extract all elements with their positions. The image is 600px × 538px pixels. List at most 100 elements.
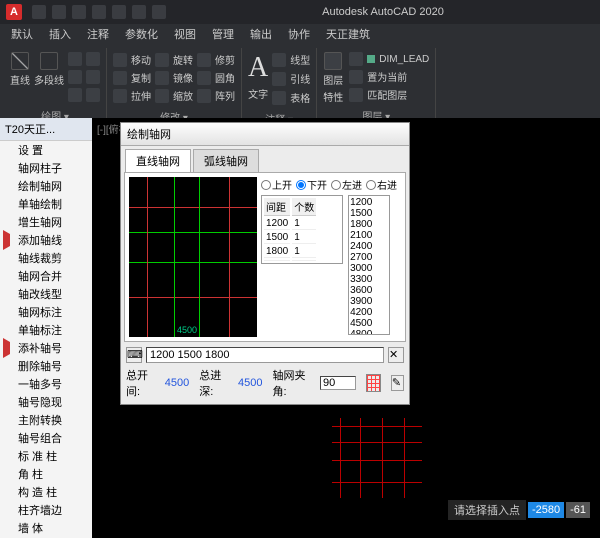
rotate-icon[interactable] <box>155 53 169 67</box>
match-layer-icon[interactable] <box>349 88 363 102</box>
radio-bottom-bay[interactable]: 下开 <box>296 177 327 192</box>
table-row[interactable]: 15001 <box>264 232 316 244</box>
list-item[interactable]: 4500 <box>350 318 388 329</box>
ellipse-icon[interactable] <box>86 70 100 84</box>
angle-input[interactable] <box>320 376 356 390</box>
qat-icon[interactable] <box>72 5 86 19</box>
array-icon[interactable] <box>197 89 211 103</box>
menu-parametric[interactable]: 参数化 <box>118 24 165 44</box>
list-item[interactable]: 2400 <box>350 241 388 252</box>
table-row[interactable] <box>264 260 316 261</box>
spacing-value-list[interactable]: 1200150018002100240027003000330036003900… <box>348 195 390 335</box>
scale-icon[interactable] <box>155 89 169 103</box>
sidebar-item[interactable]: 轴网标注 <box>0 303 92 321</box>
polyline-icon[interactable] <box>40 52 58 70</box>
list-item[interactable]: 1500 <box>350 208 388 219</box>
clear-icon[interactable]: ✕ <box>388 347 404 363</box>
radio-top-bay[interactable]: 上开 <box>261 177 292 192</box>
qat-icon[interactable] <box>152 5 166 19</box>
list-item[interactable]: 3900 <box>350 296 388 307</box>
copy-icon[interactable] <box>113 71 127 85</box>
dialog-titlebar[interactable]: 绘制轴网 <box>121 123 409 146</box>
qat-icon[interactable] <box>32 5 46 19</box>
sidebar-item[interactable]: 轴网合并 <box>0 267 92 285</box>
menu-manage[interactable]: 管理 <box>205 24 241 44</box>
sidebar-item[interactable]: 主附转换 <box>0 411 92 429</box>
spline-icon[interactable] <box>86 88 100 102</box>
sidebar-item[interactable]: 添加轴线 <box>0 231 92 249</box>
sidebar-item[interactable]: 单轴标注 <box>0 321 92 339</box>
menu-tzx[interactable]: 天正建筑 <box>319 24 377 44</box>
layer-props-icon[interactable] <box>324 52 342 70</box>
dot-icon <box>3 486 15 498</box>
layer-state-icon[interactable] <box>349 52 363 66</box>
sidebar-item[interactable]: 轴线裁剪 <box>0 249 92 267</box>
qat-icon[interactable] <box>112 5 126 19</box>
stretch-icon[interactable] <box>113 89 127 103</box>
list-item[interactable]: 4200 <box>350 307 388 318</box>
tab-straight-axis[interactable]: 直线轴网 <box>125 149 191 172</box>
arc-icon[interactable] <box>68 52 82 66</box>
sidebar-item[interactable]: 柱齐墙边 <box>0 501 92 519</box>
text-icon[interactable]: A <box>248 52 268 84</box>
sidebar-item[interactable]: 设 置 <box>0 141 92 159</box>
sidebar-item[interactable]: 添补轴号 <box>0 339 92 357</box>
menu-default[interactable]: 默认 <box>4 24 40 44</box>
sum-depth-label: 总进深: <box>199 367 228 399</box>
hatch-icon[interactable] <box>68 88 82 102</box>
qat-icon[interactable] <box>52 5 66 19</box>
sidebar-item[interactable]: 单轴绘制 <box>0 195 92 213</box>
pick-icon[interactable]: ✎ <box>391 375 404 391</box>
list-item[interactable]: 2100 <box>350 230 388 241</box>
sidebar-item[interactable]: 绘制轴网 <box>0 177 92 195</box>
fillet-icon[interactable] <box>197 71 211 85</box>
move-icon[interactable] <box>113 53 127 67</box>
sidebar-item[interactable]: 角 柱 <box>0 465 92 483</box>
list-item[interactable]: 1800 <box>350 219 388 230</box>
sidebar-item[interactable]: 轴号组合 <box>0 429 92 447</box>
list-item[interactable]: 3600 <box>350 285 388 296</box>
sidebar-item[interactable]: 轴改线型 <box>0 285 92 303</box>
circle-icon[interactable] <box>86 52 100 66</box>
spacing-input[interactable] <box>146 347 384 363</box>
sidebar-item[interactable]: 删除轴号 <box>0 357 92 375</box>
dimension-icon[interactable] <box>272 53 286 67</box>
dot-icon <box>3 162 15 174</box>
list-item[interactable]: 3300 <box>350 274 388 285</box>
list-item[interactable]: 2700 <box>350 252 388 263</box>
radio-right-depth[interactable]: 右进 <box>366 177 397 192</box>
menu-insert[interactable]: 插入 <box>42 24 78 44</box>
sidebar-item[interactable]: 增生轴网 <box>0 213 92 231</box>
apply-grid-icon[interactable] <box>366 374 381 392</box>
qat-icon[interactable] <box>92 5 106 19</box>
sidebar-label: 轴号组合 <box>18 430 62 446</box>
menu-annotate[interactable]: 注释 <box>80 24 116 44</box>
list-item[interactable]: 1200 <box>350 197 388 208</box>
menu-output[interactable]: 输出 <box>243 24 279 44</box>
keyboard-icon[interactable]: ⌨ <box>126 347 142 363</box>
sidebar-item[interactable]: 轴网柱子 <box>0 159 92 177</box>
sidebar-item[interactable]: 标 准 柱 <box>0 447 92 465</box>
drawing-canvas[interactable]: [-][俯视][... 绘制轴网 直线轴网 弧线轴网 4500 上开 <box>92 118 600 538</box>
mirror-icon[interactable] <box>155 71 169 85</box>
menu-view[interactable]: 视图 <box>167 24 203 44</box>
sidebar-item[interactable]: 墙 体 <box>0 519 92 537</box>
leader-icon[interactable] <box>272 72 286 86</box>
line-icon[interactable] <box>11 52 29 70</box>
qat-icon[interactable] <box>132 5 146 19</box>
table-row[interactable]: 18001 <box>264 246 316 258</box>
sidebar-item[interactable]: 一轴多号 <box>0 375 92 393</box>
list-item[interactable]: 3000 <box>350 263 388 274</box>
sidebar-item[interactable]: 轴号隐现 <box>0 393 92 411</box>
spacing-table[interactable]: 间距个数 120011500118001 <box>261 195 343 264</box>
menu-collab[interactable]: 协作 <box>281 24 317 44</box>
sidebar-item[interactable]: 构 造 柱 <box>0 483 92 501</box>
trim-icon[interactable] <box>197 53 211 67</box>
table-icon[interactable] <box>272 91 286 105</box>
table-row[interactable]: 12001 <box>264 218 316 230</box>
list-item[interactable]: 4800 <box>350 329 388 335</box>
rect-icon[interactable] <box>68 70 82 84</box>
radio-left-depth[interactable]: 左进 <box>331 177 362 192</box>
set-current-icon[interactable] <box>349 70 363 84</box>
tab-arc-axis[interactable]: 弧线轴网 <box>193 149 259 172</box>
